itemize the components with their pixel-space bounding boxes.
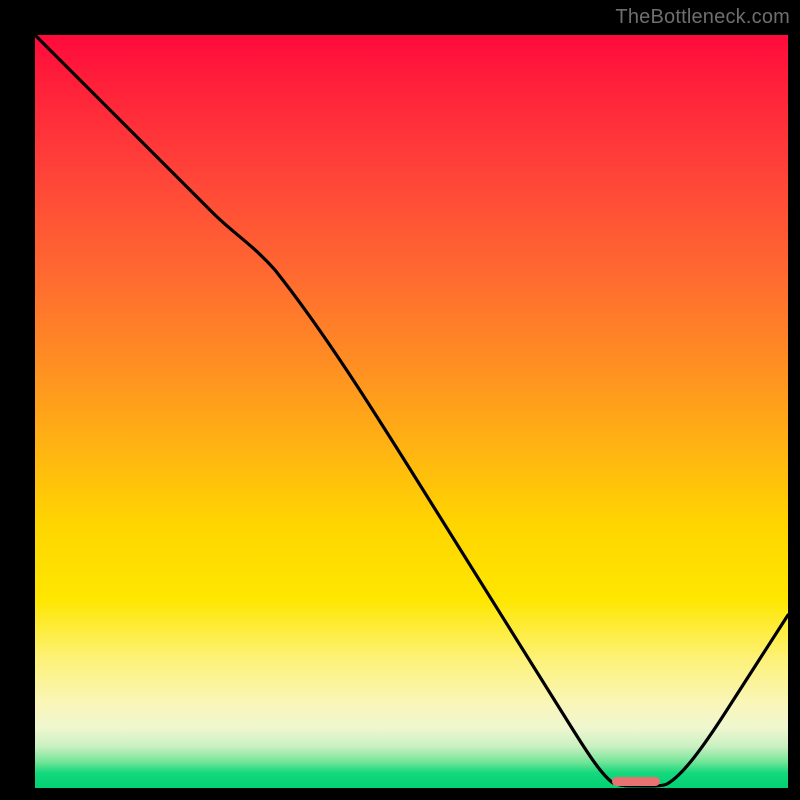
bottleneck-curve (35, 35, 788, 786)
plot-area (35, 35, 788, 788)
curve-layer (35, 35, 788, 788)
chart-frame: TheBottleneck.com (0, 0, 800, 800)
optimal-range-marker (612, 777, 660, 786)
watermark-text: TheBottleneck.com (615, 6, 790, 29)
